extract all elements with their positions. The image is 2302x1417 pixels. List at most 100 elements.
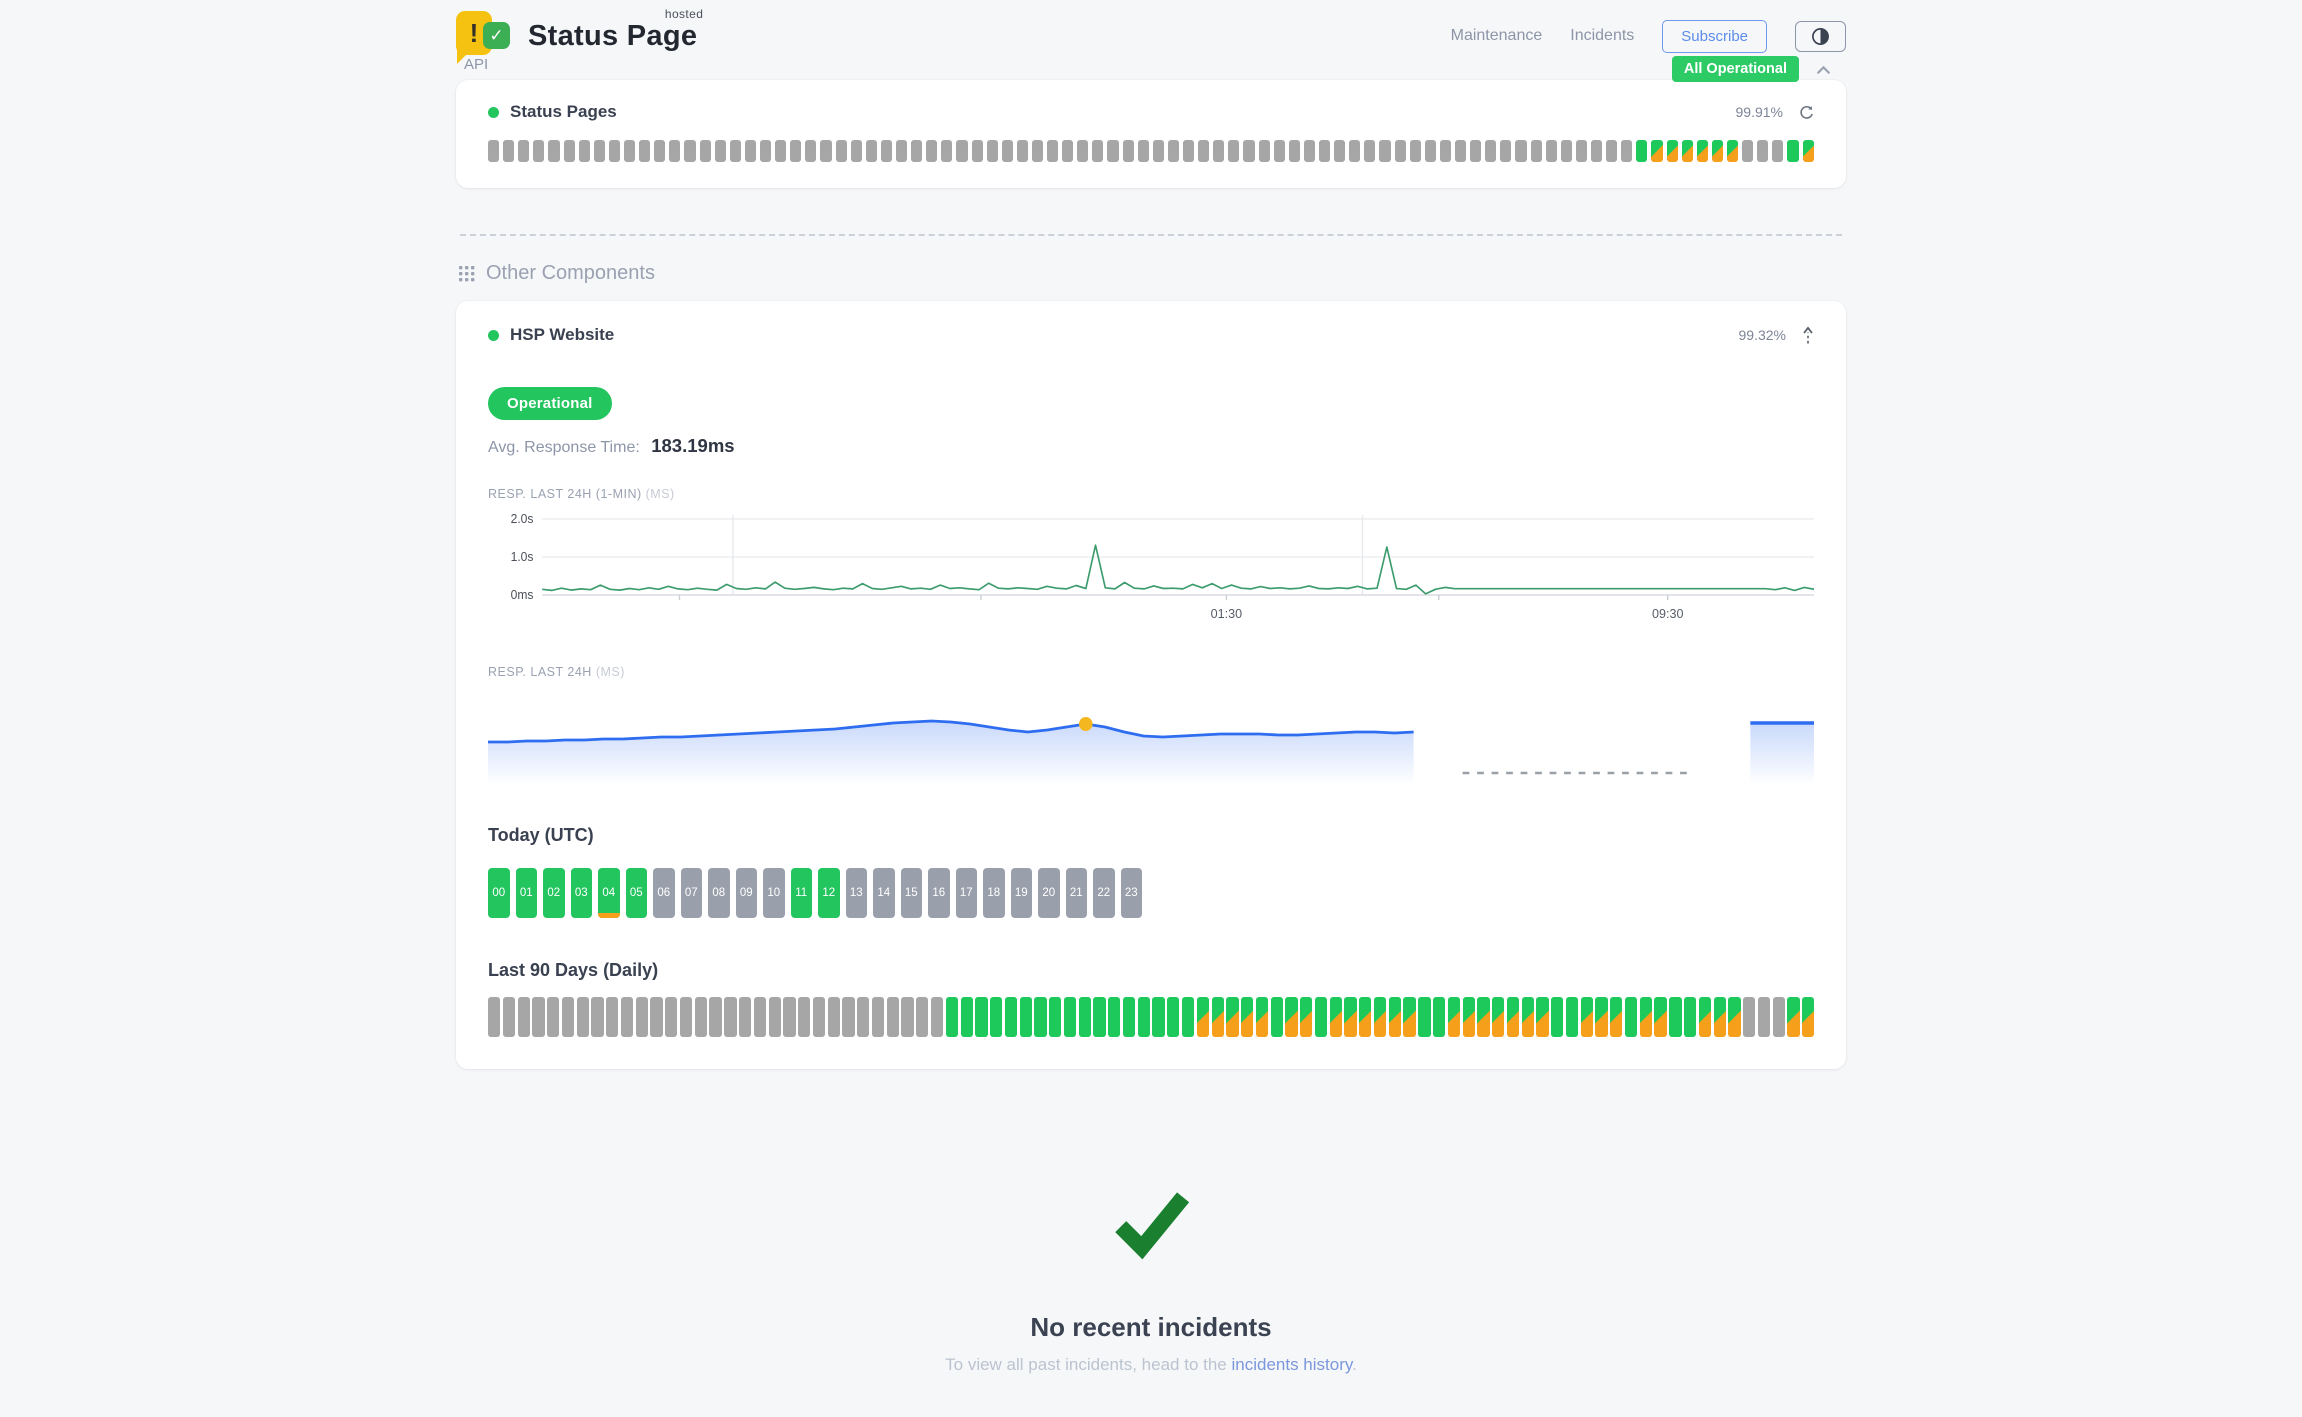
uptime-bar[interactable] bbox=[1213, 140, 1224, 162]
day-bar[interactable] bbox=[1079, 997, 1091, 1037]
day-bar[interactable] bbox=[1625, 997, 1637, 1037]
uptime-bar[interactable] bbox=[624, 140, 635, 162]
hour-block[interactable]: 07 bbox=[681, 868, 703, 918]
uptime-bar[interactable] bbox=[1591, 140, 1602, 162]
day-bar[interactable] bbox=[1374, 997, 1386, 1037]
uptime-bar[interactable] bbox=[1470, 140, 1481, 162]
uptime-bar[interactable] bbox=[1002, 140, 1013, 162]
day-bar[interactable] bbox=[1330, 997, 1342, 1037]
uptime-bar[interactable] bbox=[1138, 140, 1149, 162]
day-bar[interactable] bbox=[1389, 997, 1401, 1037]
day-bar[interactable] bbox=[1448, 997, 1460, 1037]
uptime-bar[interactable] bbox=[1561, 140, 1572, 162]
uptime-bar[interactable] bbox=[594, 140, 605, 162]
day-bar[interactable] bbox=[1300, 997, 1312, 1037]
uptime-bar[interactable] bbox=[1274, 140, 1285, 162]
uptime-bar[interactable] bbox=[1576, 140, 1587, 162]
uptime-bar[interactable] bbox=[1440, 140, 1451, 162]
uptime-bar[interactable] bbox=[1682, 140, 1693, 162]
day-bar[interactable] bbox=[1566, 997, 1578, 1037]
day-bar[interactable] bbox=[1344, 997, 1356, 1037]
day-bar[interactable] bbox=[1034, 997, 1046, 1037]
uptime-bar[interactable] bbox=[881, 140, 892, 162]
day-bar[interactable] bbox=[665, 997, 677, 1037]
uptime-bar[interactable] bbox=[941, 140, 952, 162]
hour-block[interactable]: 05 bbox=[626, 868, 648, 918]
day-bar[interactable] bbox=[1197, 997, 1209, 1037]
day-bar[interactable] bbox=[1182, 997, 1194, 1037]
day-bar[interactable] bbox=[1714, 997, 1726, 1037]
uptime-bar[interactable] bbox=[1304, 140, 1315, 162]
day-bar[interactable] bbox=[562, 997, 574, 1037]
day-bar[interactable] bbox=[577, 997, 589, 1037]
day-bar[interactable] bbox=[783, 997, 795, 1037]
day-bar[interactable] bbox=[828, 997, 840, 1037]
uptime-bar[interactable] bbox=[775, 140, 786, 162]
day-bar[interactable] bbox=[1743, 997, 1755, 1037]
hour-block[interactable]: 03 bbox=[571, 868, 593, 918]
day-bar[interactable] bbox=[503, 997, 515, 1037]
uptime-bar[interactable] bbox=[1712, 140, 1723, 162]
uptime-bar[interactable] bbox=[1092, 140, 1103, 162]
uptime-bar[interactable] bbox=[548, 140, 559, 162]
day-bar[interactable] bbox=[931, 997, 943, 1037]
day-bar[interactable] bbox=[1271, 997, 1283, 1037]
day-bar[interactable] bbox=[1167, 997, 1179, 1037]
day-bar[interactable] bbox=[990, 997, 1002, 1037]
uptime-bar[interactable] bbox=[1757, 140, 1768, 162]
day-bar[interactable] bbox=[1581, 997, 1593, 1037]
uptime-bar[interactable] bbox=[639, 140, 650, 162]
day-bar[interactable] bbox=[1005, 997, 1017, 1037]
hour-block[interactable]: 15 bbox=[901, 868, 923, 918]
day-bar[interactable] bbox=[872, 997, 884, 1037]
day-bar[interactable] bbox=[636, 997, 648, 1037]
day-bar[interactable] bbox=[1212, 997, 1224, 1037]
day-bar[interactable] bbox=[1758, 997, 1770, 1037]
uptime-bar[interactable] bbox=[1667, 140, 1678, 162]
day-bar[interactable] bbox=[1595, 997, 1607, 1037]
uptime-bar[interactable] bbox=[1243, 140, 1254, 162]
day-bar[interactable] bbox=[975, 997, 987, 1037]
uptime-bar[interactable] bbox=[805, 140, 816, 162]
day-bar[interactable] bbox=[1522, 997, 1534, 1037]
uptime-bar[interactable] bbox=[1017, 140, 1028, 162]
day-bar[interactable] bbox=[1669, 997, 1681, 1037]
day-bar[interactable] bbox=[1699, 997, 1711, 1037]
uptime-bar[interactable] bbox=[684, 140, 695, 162]
day-bar[interactable] bbox=[1020, 997, 1032, 1037]
day-bar[interactable] bbox=[1492, 997, 1504, 1037]
day-bar[interactable] bbox=[1477, 997, 1489, 1037]
hour-block[interactable]: 16 bbox=[928, 868, 950, 918]
uptime-bar[interactable] bbox=[866, 140, 877, 162]
uptime-bar[interactable] bbox=[1651, 140, 1662, 162]
uptime-bar[interactable] bbox=[1032, 140, 1043, 162]
day-bar[interactable] bbox=[916, 997, 928, 1037]
day-bar[interactable] bbox=[1108, 997, 1120, 1037]
hour-block[interactable]: 10 bbox=[763, 868, 785, 918]
uptime-bar[interactable] bbox=[1787, 140, 1798, 162]
nav-incidents[interactable]: Incidents bbox=[1570, 27, 1634, 45]
day-bar[interactable] bbox=[709, 997, 721, 1037]
hour-block[interactable]: 20 bbox=[1038, 868, 1060, 918]
uptime-bar[interactable] bbox=[1198, 140, 1209, 162]
day-bar[interactable] bbox=[1226, 997, 1238, 1037]
uptime-bar[interactable] bbox=[851, 140, 862, 162]
uptime-bar[interactable] bbox=[896, 140, 907, 162]
uptime-bar[interactable] bbox=[926, 140, 937, 162]
day-bar[interactable] bbox=[1654, 997, 1666, 1037]
hour-block[interactable]: 21 bbox=[1066, 868, 1088, 918]
uptime-bar[interactable] bbox=[1621, 140, 1632, 162]
uptime-bar[interactable] bbox=[1062, 140, 1073, 162]
uptime-bar[interactable] bbox=[1697, 140, 1708, 162]
hour-block[interactable]: 01 bbox=[516, 868, 538, 918]
uptime-bar[interactable] bbox=[1334, 140, 1345, 162]
uptime-bar[interactable] bbox=[1425, 140, 1436, 162]
uptime-bar[interactable] bbox=[1515, 140, 1526, 162]
uptime-bar[interactable] bbox=[533, 140, 544, 162]
day-bar[interactable] bbox=[739, 997, 751, 1037]
uptime-bar[interactable] bbox=[1455, 140, 1466, 162]
day-bar[interactable] bbox=[754, 997, 766, 1037]
uptime-bar[interactable] bbox=[1379, 140, 1390, 162]
day-bar[interactable] bbox=[769, 997, 781, 1037]
day-bar[interactable] bbox=[1093, 997, 1105, 1037]
